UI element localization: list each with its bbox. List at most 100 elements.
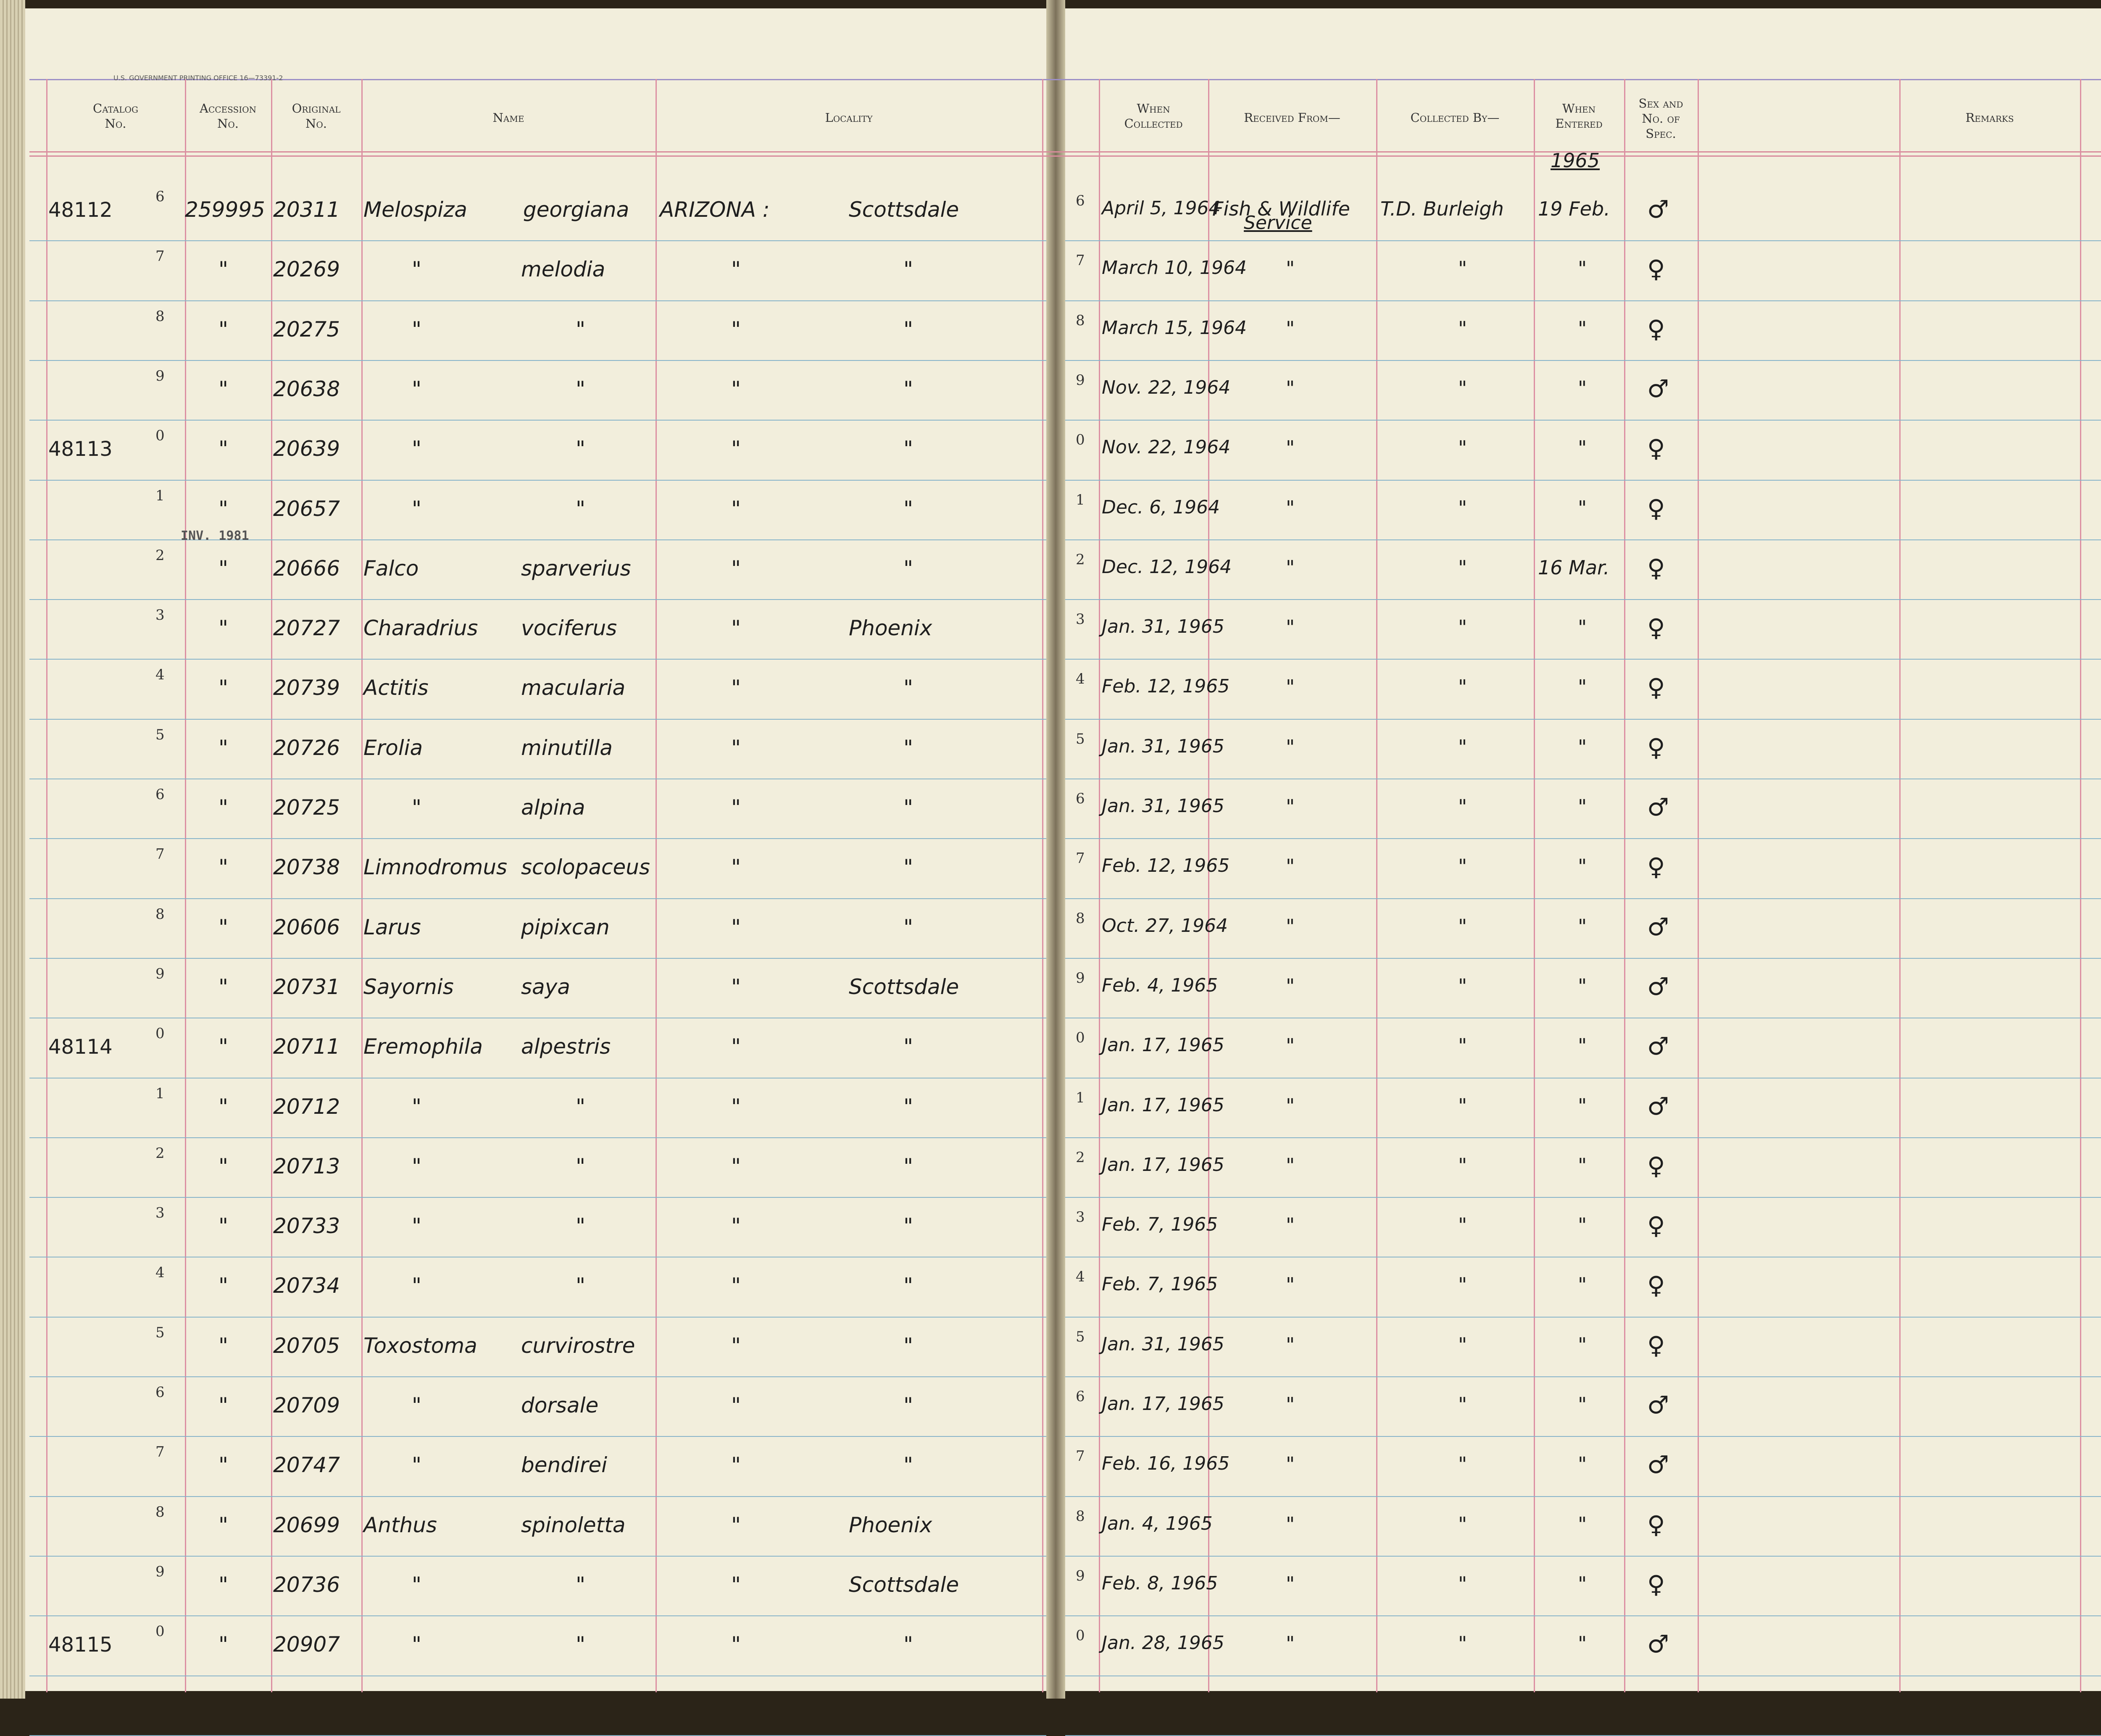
- accession-number: ": [219, 1573, 228, 1597]
- species: ": [576, 1573, 585, 1597]
- inventory-stamp: INV. 1981: [181, 529, 249, 543]
- collected-by: ": [1458, 497, 1467, 519]
- catalog-digit: 1: [155, 487, 165, 504]
- collected-date: Jan. 31, 1965: [1102, 616, 1224, 637]
- genus: ": [412, 1214, 421, 1238]
- header-received-from: Received From—: [1244, 110, 1340, 125]
- row-digit: 2: [1076, 551, 1085, 568]
- sex-symbol: ♀: [1647, 315, 1665, 343]
- collected-by: ": [1458, 915, 1467, 938]
- entered-date: ": [1578, 497, 1587, 519]
- entered-date: ": [1578, 1273, 1587, 1296]
- accession-number: ": [219, 377, 228, 401]
- row-rule: [29, 300, 1046, 301]
- collected-date: Jan. 4, 1965: [1102, 1513, 1213, 1534]
- row-digit: 6: [1076, 192, 1085, 209]
- species: ": [576, 1154, 585, 1178]
- entered-date: ": [1578, 975, 1587, 997]
- collected-by: ": [1458, 676, 1467, 698]
- catalog-digit: 6: [155, 1384, 165, 1401]
- collected-by: ": [1458, 975, 1467, 997]
- state: ": [731, 556, 741, 581]
- header-collected-by: Collected By—: [1410, 110, 1500, 125]
- catalog-digit: 6: [155, 786, 165, 803]
- sex-symbol: ♂: [1647, 1450, 1669, 1479]
- catalog-number: 48114: [48, 1035, 113, 1059]
- column-divider: [2080, 79, 2081, 1692]
- sex-symbol: ♀: [1647, 1211, 1665, 1240]
- collected-date: Jan. 31, 1965: [1102, 1334, 1224, 1355]
- row-digit: 5: [1076, 1328, 1085, 1345]
- row-rule-right: [1065, 838, 2101, 839]
- accession-number: ": [219, 1034, 228, 1059]
- genus: Larus: [363, 915, 421, 939]
- original-number: 20666: [273, 556, 340, 581]
- species: ": [576, 1094, 585, 1119]
- row-digit: 9: [1076, 1568, 1085, 1584]
- received-from: ": [1286, 915, 1295, 938]
- state: ": [731, 497, 741, 521]
- place: ": [903, 377, 913, 401]
- header-catalog: Catalog No.: [93, 101, 138, 131]
- received-from: ": [1286, 317, 1295, 340]
- state: ": [731, 1334, 741, 1358]
- collected-by: ": [1458, 1334, 1467, 1356]
- collected-by: ": [1458, 855, 1467, 878]
- ledger-book: U.S. GOVERNMENT PRINTING OFFICE 16—73391…: [0, 0, 2101, 1736]
- row-rule: [29, 1615, 1046, 1616]
- row-digit: 2: [1076, 1149, 1085, 1166]
- original-number: 20726: [273, 736, 340, 760]
- entered-date: ": [1578, 616, 1587, 639]
- catalog-digit: 4: [155, 1264, 165, 1281]
- row-rule: [29, 719, 1046, 720]
- state: ": [731, 736, 741, 760]
- species: vociferus: [521, 616, 617, 640]
- species: dorsale: [521, 1393, 599, 1418]
- sex-symbol: ♂: [1647, 374, 1669, 403]
- catalog-digit: 9: [155, 368, 165, 384]
- received-from: ": [1286, 1453, 1295, 1476]
- original-number: 20712: [273, 1094, 340, 1119]
- row-rule-right: [1065, 1197, 2101, 1198]
- entered-date: ": [1578, 855, 1587, 878]
- genus: Erolia: [363, 736, 423, 760]
- species: ": [576, 1214, 585, 1238]
- received-from: ": [1286, 795, 1295, 818]
- collected-by: ": [1458, 1632, 1467, 1655]
- row-rule: [29, 659, 1046, 660]
- received-from: ": [1286, 1094, 1295, 1117]
- row-rule: [29, 838, 1046, 839]
- accession-number: ": [219, 1273, 228, 1298]
- state: ": [731, 915, 741, 939]
- catalog-digit: 9: [155, 965, 165, 982]
- entered-date: ": [1578, 1513, 1587, 1536]
- original-number: 20639: [273, 437, 340, 461]
- row-rule-right: [1065, 958, 2101, 959]
- accession-number: ": [219, 1513, 228, 1537]
- species: sparverius: [521, 556, 631, 581]
- accession-number: ": [219, 1393, 228, 1418]
- place: ": [903, 437, 913, 461]
- received-from: ": [1286, 1573, 1295, 1595]
- sex-symbol: ♂: [1647, 195, 1669, 224]
- sex-symbol: ♀: [1647, 434, 1665, 463]
- entered-date: ": [1578, 1334, 1587, 1356]
- row-rule: [29, 480, 1046, 481]
- entered-date: 16 Mar.: [1538, 556, 1610, 579]
- accession-number: ": [219, 1154, 228, 1178]
- sex-symbol: ♀: [1647, 1152, 1665, 1180]
- catalog-digit: 8: [155, 1504, 165, 1520]
- entered-date: ": [1578, 1154, 1587, 1177]
- catalog-digit: 7: [155, 248, 165, 265]
- genus: ": [412, 257, 421, 281]
- original-number: 20727: [273, 616, 340, 640]
- state: ": [731, 257, 741, 281]
- entered-date: ": [1578, 1034, 1587, 1057]
- received-from: ": [1286, 377, 1295, 400]
- accession-number: ": [219, 975, 228, 999]
- original-number: 20638: [273, 377, 340, 401]
- genus: ": [412, 1453, 421, 1477]
- row-rule: [29, 1496, 1046, 1497]
- genus: ": [412, 1393, 421, 1418]
- genus: Sayornis: [363, 975, 454, 999]
